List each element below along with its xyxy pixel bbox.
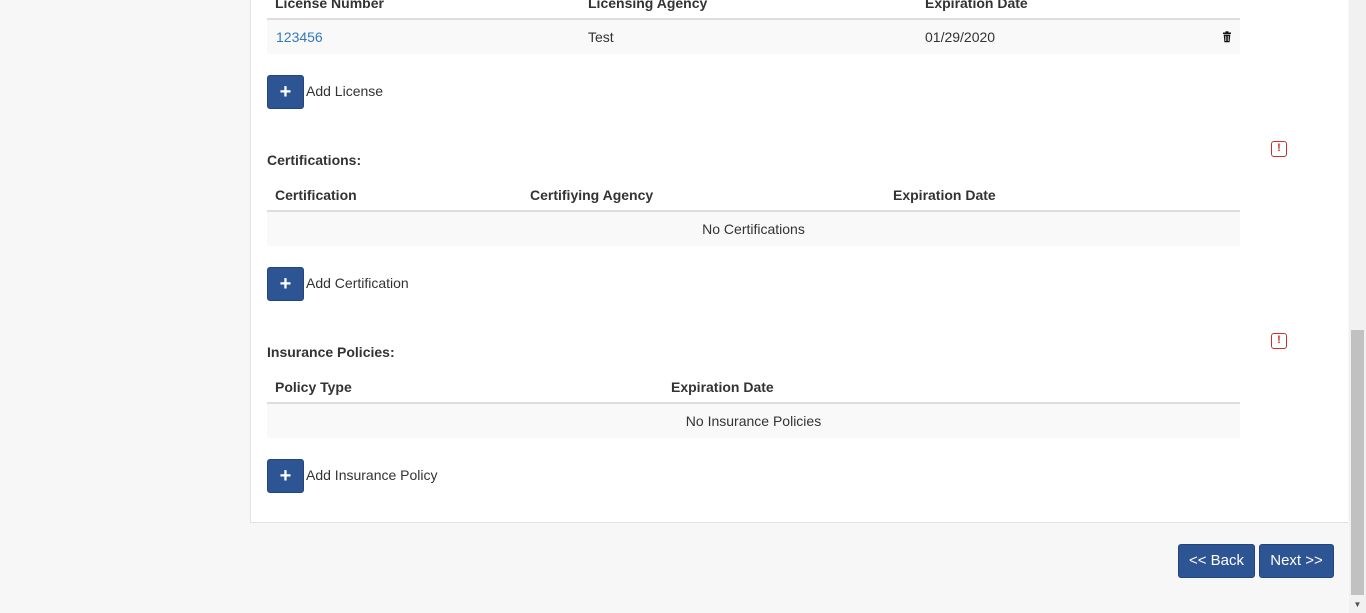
certifying-agency-header: Certifiying Agency xyxy=(530,187,654,203)
add-insurance-policy-button[interactable]: + Add Insurance Policy xyxy=(267,459,438,493)
certifications-header-row: Certification Certifiying Agency Expirat… xyxy=(267,178,1240,212)
add-certification-button[interactable]: + Add Certification xyxy=(267,267,409,301)
next-button[interactable]: Next >> xyxy=(1259,544,1334,578)
table-row: No Insurance Policies xyxy=(267,404,1240,438)
add-license-button[interactable]: + Add License xyxy=(267,75,383,109)
table-row: No Certifications xyxy=(267,212,1240,246)
add-license-label[interactable]: Add License xyxy=(306,83,383,99)
insurance-policies-title: Insurance Policies: xyxy=(267,344,395,360)
certification-expiration-header: Expiration Date xyxy=(893,187,996,203)
back-button[interactable]: << Back xyxy=(1178,544,1255,578)
no-insurance-policies-text: No Insurance Policies xyxy=(685,413,822,429)
scrollbar-thumb[interactable] xyxy=(1351,330,1364,595)
plus-icon[interactable]: + xyxy=(267,267,304,301)
vertical-scrollbar[interactable]: ▼ xyxy=(1349,0,1366,613)
license-expiration-cell: 01/29/2020 xyxy=(925,29,996,45)
license-expiration-header: Expiration Date xyxy=(925,0,1028,11)
add-certification-label[interactable]: Add Certification xyxy=(306,275,409,291)
license-number-header: License Number xyxy=(275,0,384,11)
insurance-alert-icon: ! xyxy=(1271,333,1287,349)
table-row: 123456 Test 01/29/2020 xyxy=(267,20,1240,54)
licensing-agency-cell: Test xyxy=(588,29,614,45)
plus-icon[interactable]: + xyxy=(267,459,304,493)
certifications-title: Certifications: xyxy=(267,152,362,168)
license-number-link[interactable]: 123456 xyxy=(276,20,323,54)
certifications-alert-icon: ! xyxy=(1271,141,1287,157)
trash-icon[interactable] xyxy=(1221,31,1233,43)
scroll-down-arrow-icon[interactable]: ▼ xyxy=(1349,599,1366,611)
form-panel xyxy=(250,0,1348,523)
certification-header: Certification xyxy=(275,187,357,203)
plus-icon[interactable]: + xyxy=(267,75,304,109)
licensing-agency-header: Licensing Agency xyxy=(588,0,708,11)
add-insurance-policy-label[interactable]: Add Insurance Policy xyxy=(306,467,438,483)
policy-expiration-header: Expiration Date xyxy=(671,379,774,395)
insurance-header-row: Policy Type Expiration Date xyxy=(267,370,1240,404)
no-certifications-text: No Certifications xyxy=(702,221,805,237)
licenses-header-row: License Number Licensing Agency Expirati… xyxy=(267,0,1240,20)
policy-type-header: Policy Type xyxy=(275,379,352,395)
